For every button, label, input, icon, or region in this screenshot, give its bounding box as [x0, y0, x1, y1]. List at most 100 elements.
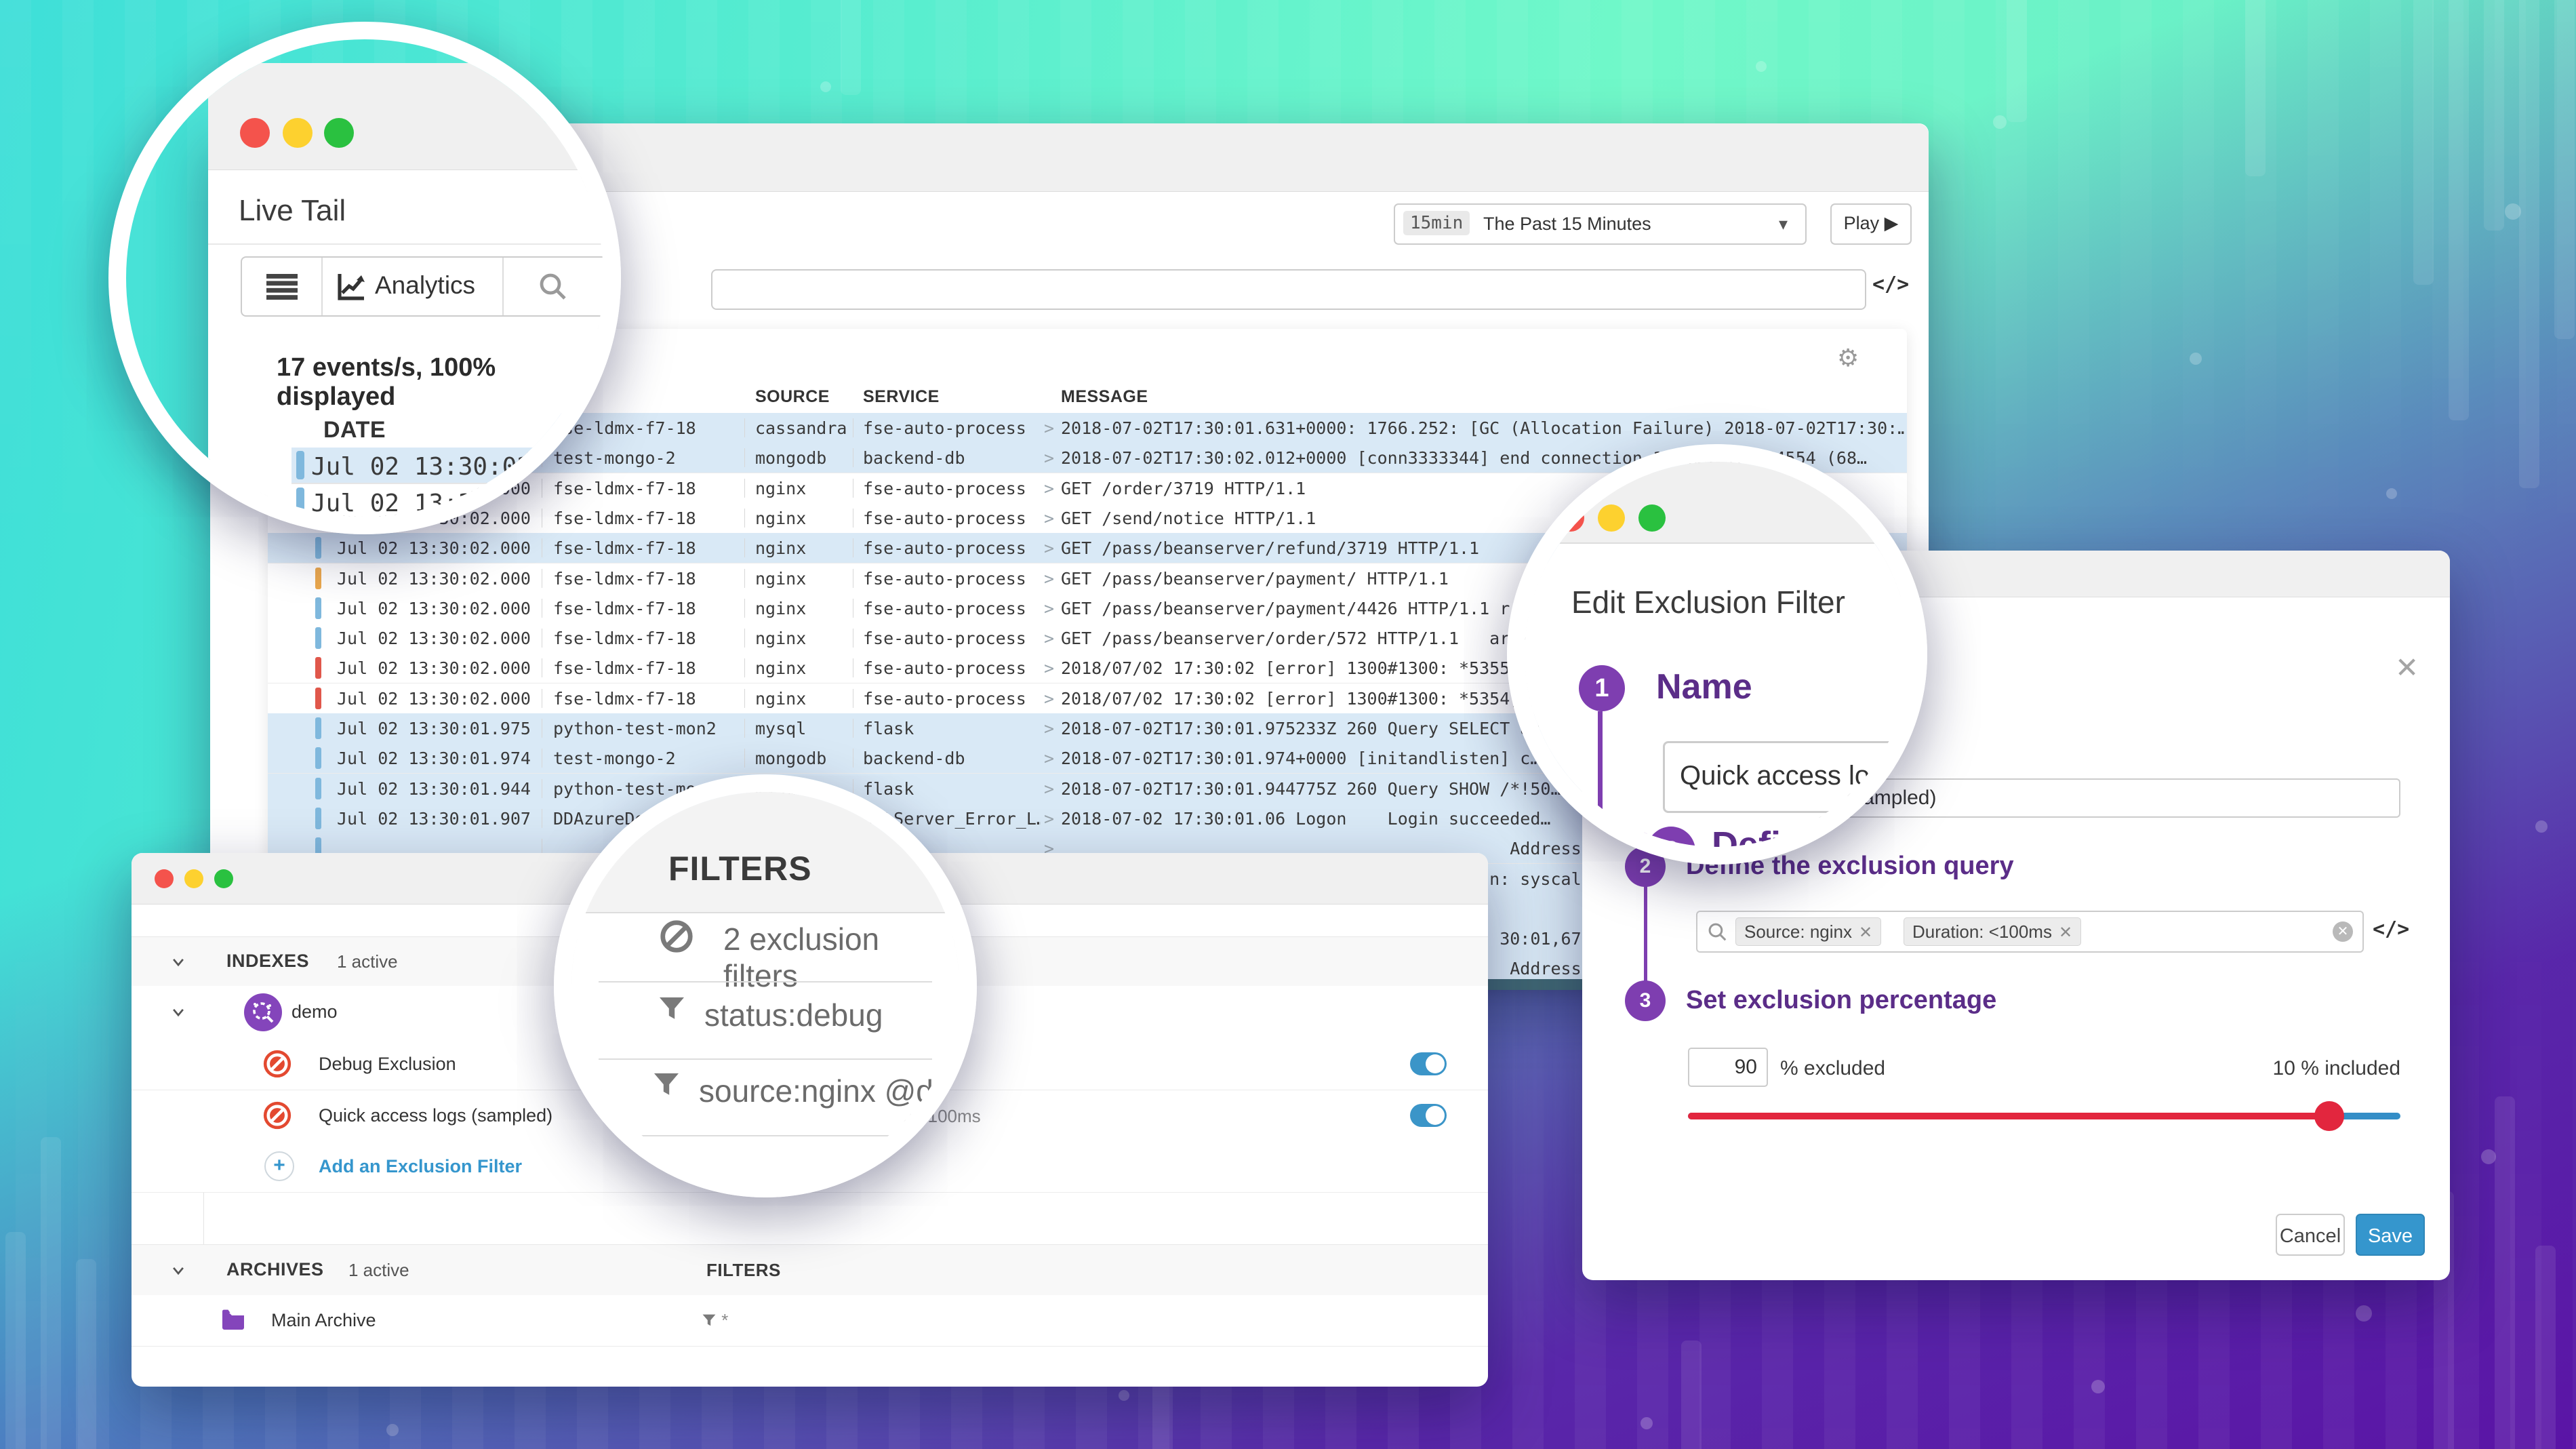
name-field-value: Quick access logs (	[1680, 761, 1910, 791]
archives-section-header[interactable]: ARCHIVES 1 active FILTERS	[132, 1244, 1488, 1296]
divider	[744, 719, 745, 738]
divider	[619, 1135, 912, 1136]
analytics-chart-icon[interactable]	[337, 271, 367, 304]
save-button[interactable]: Save	[2356, 1214, 2425, 1256]
divider	[744, 509, 745, 528]
maximize-window-icon[interactable]	[1638, 504, 1666, 532]
magnified-log-row[interactable]: Jul 02 13:30:1	[291, 484, 603, 517]
exclusion-icon	[262, 1048, 293, 1083]
minimize-window-icon[interactable]	[283, 118, 313, 148]
code-view-icon[interactable]: </>	[1872, 273, 1909, 296]
live-tail-search-input[interactable]	[712, 271, 1865, 309]
minimize-window-icon[interactable]	[1598, 504, 1625, 532]
code-view-icon[interactable]: </>	[2373, 917, 2409, 941]
minimize-window-icon[interactable]	[184, 869, 203, 888]
query-tag-label: Source: nginx	[1744, 921, 1852, 942]
cancel-button[interactable]: Cancel	[2276, 1214, 2345, 1256]
remove-tag-icon[interactable]: ✕	[2059, 924, 2072, 942]
plus-icon[interactable]: +	[264, 1151, 294, 1181]
background-dot	[1756, 61, 1767, 72]
log-host: test-mongo-2	[553, 749, 740, 768]
log-source: nginx	[755, 509, 850, 528]
live-tail-search-bar[interactable]	[711, 269, 1866, 310]
analytics-tab-label[interactable]: Analytics	[375, 271, 475, 300]
filter-query-magnified: status:debug	[704, 997, 883, 1033]
status-bar-icon	[315, 627, 321, 649]
background-dot	[1641, 1417, 1653, 1429]
add-exclusion-filter-link[interactable]: Add an Exclusion Filter	[319, 1156, 522, 1177]
exclusion-slider[interactable]	[1688, 1113, 2400, 1119]
search-icon[interactable]	[538, 271, 567, 304]
page-title: Live Tail	[239, 194, 346, 228]
chevron-right-icon: >	[1044, 749, 1054, 768]
log-source: nginx	[755, 689, 850, 709]
divider	[744, 689, 745, 708]
clear-query-icon[interactable]: ✕	[2333, 921, 2353, 942]
background-dot	[2386, 488, 2397, 499]
chevron-right-icon: >	[1044, 509, 1054, 528]
close-window-icon[interactable]	[240, 118, 270, 148]
close-icon[interactable]: ✕	[2395, 651, 2419, 684]
maximize-window-icon[interactable]	[214, 869, 233, 888]
gear-icon[interactable]: ⚙	[1837, 344, 1859, 372]
magnified-titlebar	[208, 63, 603, 170]
chevron-right-icon: >	[1044, 629, 1054, 648]
archive-row[interactable]: Main Archive *	[132, 1295, 1488, 1347]
chevron-down-icon[interactable]	[171, 1263, 186, 1278]
equalizer-bar	[1681, 1341, 1702, 1449]
log-source: nginx	[755, 569, 850, 589]
slider-filled-track	[1688, 1113, 2329, 1119]
equalizer-bar	[76, 1259, 96, 1449]
query-tag-source[interactable]: Source: nginx ✕	[1735, 917, 1881, 946]
log-service: fse-auto-process	[863, 418, 1041, 438]
slider-handle[interactable]	[2314, 1101, 2344, 1131]
close-window-icon[interactable]	[155, 869, 174, 888]
background-dot	[1993, 115, 2007, 129]
chevron-down-icon[interactable]	[171, 1005, 186, 1020]
status-bar-icon	[315, 717, 321, 739]
live-tail-magnifier-lens: Live Tail Analytics 17 events/s, 100% di…	[108, 22, 621, 534]
status-bar-icon	[315, 657, 321, 679]
chevron-down-icon[interactable]	[171, 955, 186, 970]
exclusion-query-input[interactable]: Source: nginx ✕ Duration: <100ms✕ ✕	[1696, 911, 2364, 953]
chevron-right-icon: >	[1044, 719, 1054, 738]
filters-column-header: FILTERS	[706, 1260, 781, 1281]
excluded-percent-field[interactable]	[1688, 1048, 1768, 1087]
chevron-right-icon: >	[1044, 538, 1054, 558]
log-host: fse-ldmx-f7-18	[553, 658, 740, 678]
magnified-log-row[interactable]: Jul 02 13:30:02.74	[291, 448, 603, 483]
equalizer-bar	[841, 0, 861, 95]
chevron-right-icon: >	[1044, 479, 1054, 498]
divider	[744, 569, 745, 588]
divider	[744, 479, 745, 498]
query-tag-duration[interactable]: Duration: <100ms✕	[1904, 917, 2081, 946]
log-host: fse-ldmx-f7-18	[553, 689, 740, 709]
background-dot	[820, 81, 831, 92]
exclusion-enabled-toggle[interactable]	[1410, 1052, 1447, 1075]
exclusion-enabled-toggle[interactable]	[1410, 1104, 1447, 1127]
log-date: Jul 02 13:30:01.907	[337, 809, 538, 829]
name-field-magnified[interactable]: Quick access logs (	[1663, 741, 1910, 813]
equalizer-bar	[2554, 0, 2575, 339]
desktop-background: 15min The Past 15 Minutes ▾ Play ▶ </> 1…	[0, 0, 2576, 1449]
divider	[744, 418, 745, 437]
divider	[599, 981, 932, 982]
chevron-down-icon: ▾	[1779, 214, 1788, 235]
log-date: Jul 02 13:30:02.74	[311, 453, 576, 481]
log-service: flask	[863, 719, 1041, 738]
exclusion-filter-name: Debug Exclusion	[319, 1054, 456, 1075]
play-button[interactable]: Play ▶	[1830, 203, 1912, 245]
chevron-right-icon: >	[1044, 689, 1054, 709]
exclusion-icon	[262, 1100, 293, 1134]
remove-tag-icon[interactable]: ✕	[1859, 924, 1872, 942]
divider	[744, 448, 745, 467]
status-bar-icon	[315, 597, 321, 619]
archive-filter-text: *	[721, 1310, 728, 1330]
chevron-right-icon: >	[1044, 418, 1054, 438]
log-service: backend-db	[863, 749, 1041, 768]
funnel-icon	[652, 1071, 681, 1103]
close-window-icon[interactable]	[1557, 504, 1584, 532]
time-range-select[interactable]: 15min The Past 15 Minutes ▾	[1394, 203, 1807, 245]
list-view-icon[interactable]	[266, 273, 298, 303]
maximize-window-icon[interactable]	[324, 118, 354, 148]
